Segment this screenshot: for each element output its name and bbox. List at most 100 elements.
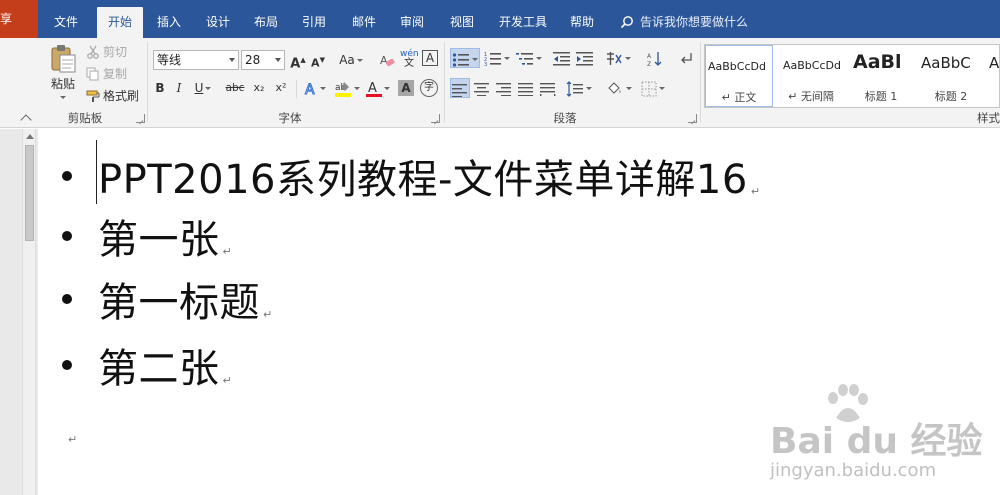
highlight-color-button[interactable]: ab [332, 78, 362, 98]
tell-me-placeholder: 告诉我你想要做什么 [640, 15, 749, 29]
text-effects-button[interactable]: A [302, 78, 328, 98]
bullet-text[interactable]: 第一标题 [98, 270, 260, 328]
bullet-text[interactable]: 第二张 [98, 336, 220, 394]
increase-indent-icon [576, 51, 593, 65]
cut-button[interactable]: 剪切 [86, 43, 127, 60]
highlighter-icon: ab [335, 81, 351, 97]
chevron-down-icon [536, 57, 542, 60]
tab-file[interactable]: 文件 [46, 9, 86, 38]
tab-references[interactable]: 引用 [294, 9, 334, 38]
shading-button[interactable] [604, 78, 634, 98]
paragraph-launcher-icon[interactable] [688, 114, 697, 123]
bullet-text[interactable]: PPT2016系列教程-文件菜单详解16 [98, 147, 748, 205]
tab-insert[interactable]: 插入 [149, 9, 189, 38]
tab-help[interactable]: 帮助 [562, 9, 602, 38]
tab-layout[interactable]: 布局 [246, 9, 286, 38]
grow-font-button[interactable]: A▲ [290, 50, 306, 71]
svg-text:A: A [368, 81, 377, 96]
borders-icon [641, 81, 657, 96]
svg-text:A: A [380, 54, 388, 67]
bullet-item[interactable]: 第二张 ↵ [62, 337, 232, 393]
enclose-characters-button[interactable]: 字 [420, 79, 438, 97]
bullet-dot [62, 294, 72, 304]
vertical-ruler-scrollbar[interactable] [22, 129, 36, 495]
italic-button[interactable]: I [172, 78, 186, 98]
align-right-button[interactable] [494, 78, 514, 98]
tab-design[interactable]: 设计 [198, 9, 238, 38]
bullet-list-icon [452, 52, 469, 67]
line-spacing-button[interactable] [564, 78, 594, 98]
align-left-icon [452, 83, 467, 97]
style-no-spacing[interactable]: AaBbCcDd ↵ 无间隔 [777, 45, 845, 107]
font-launcher-icon[interactable] [431, 114, 440, 123]
chevron-down-icon [586, 87, 592, 90]
ribbon-tab-bar: 共享 文件 开始 插入 设计 布局 引用 邮件 审阅 视图 开发工具 帮助 告诉… [0, 0, 1000, 38]
subscript-button[interactable]: x₂ [250, 78, 268, 98]
numbered-list-icon: 1 2 3 [484, 52, 501, 68]
clear-formatting-button[interactable]: A [378, 50, 396, 70]
font-color-button[interactable]: A [364, 78, 392, 98]
pilcrow-arrow-icon [681, 52, 692, 63]
clipboard-launcher-icon[interactable] [136, 114, 145, 123]
strikethrough-button[interactable]: abc [222, 78, 248, 98]
increase-indent-button[interactable] [575, 48, 595, 68]
svg-text:A: A [305, 82, 315, 97]
tab-home[interactable]: 开始 [97, 7, 143, 38]
align-left-button[interactable] [450, 78, 470, 98]
tab-developer[interactable]: 开发工具 [493, 9, 553, 38]
chevron-down-icon [354, 87, 360, 90]
show-marks-button[interactable] [678, 48, 694, 68]
chevron-down-icon [472, 58, 478, 61]
numbering-button[interactable]: 1 2 3 [482, 48, 512, 68]
character-shading-button[interactable]: A [398, 80, 414, 96]
decrease-indent-button[interactable] [552, 48, 572, 68]
paste-dropdown-icon[interactable] [60, 96, 66, 99]
chevron-down-icon [205, 87, 212, 90]
character-border-button[interactable]: A [422, 50, 438, 66]
collapse-ribbon-icon[interactable] [20, 114, 32, 126]
bullet-item[interactable]: 第一标题 ↵ [62, 271, 272, 327]
multilevel-list-button[interactable] [514, 48, 544, 68]
tab-mailings[interactable]: 邮件 [344, 9, 384, 38]
bullet-item[interactable]: 第一张 ↵ [62, 208, 232, 264]
align-center-button[interactable] [472, 78, 492, 98]
change-case-button[interactable]: Aa [336, 50, 366, 70]
styles-group-label: 样式 [977, 111, 1000, 125]
bullet-dot [62, 171, 72, 181]
bullet-dot [62, 231, 72, 241]
paste-button[interactable]: 粘贴 [46, 44, 80, 99]
font-size-combo[interactable]: 28 [241, 50, 285, 70]
justify-button[interactable] [516, 78, 536, 98]
scroll-thumb[interactable] [25, 145, 34, 241]
cut-label: 剪切 [103, 45, 128, 59]
tab-view[interactable]: 视图 [442, 9, 482, 38]
shrink-font-button[interactable]: A▼ [310, 50, 326, 70]
style-title[interactable]: A [987, 45, 1000, 107]
style-heading-1[interactable]: AaBl 标题 1 [847, 45, 915, 107]
asian-layout-button[interactable] [603, 48, 633, 68]
copy-button[interactable]: 复制 [86, 65, 127, 82]
chevron-down-icon [229, 58, 235, 62]
sort-button[interactable]: AZ [645, 48, 665, 68]
format-painter-button[interactable]: 格式刷 [86, 87, 139, 104]
eraser-icon: A [380, 54, 395, 67]
underline-button[interactable]: U [190, 78, 216, 98]
superscript-button[interactable]: x² [272, 78, 290, 98]
bullets-button[interactable] [450, 48, 480, 68]
scroll-up-icon[interactable] [26, 134, 34, 139]
phonetic-guide-button[interactable]: wén 文 [400, 49, 419, 69]
bold-button[interactable]: B [152, 78, 168, 98]
shrink-font-label: A [311, 56, 320, 70]
style-heading-2[interactable]: AaBbC 标题 2 [917, 45, 985, 107]
share-button[interactable]: 共享 [0, 0, 38, 38]
multilevel-list-icon [516, 52, 533, 65]
bullet-text[interactable]: 第一张 [98, 207, 220, 265]
borders-button[interactable] [638, 78, 668, 98]
distributed-button[interactable] [538, 78, 558, 98]
bullet-item[interactable]: PPT2016系列教程-文件菜单详解16 ↵ [62, 148, 760, 204]
style-sample: A [989, 54, 1000, 72]
tab-review[interactable]: 审阅 [392, 9, 432, 38]
font-name-combo[interactable]: 等线 [153, 50, 239, 70]
style-normal[interactable]: AaBbCcDd ↵ 正文 [705, 45, 773, 107]
chevron-down-icon [625, 57, 631, 60]
